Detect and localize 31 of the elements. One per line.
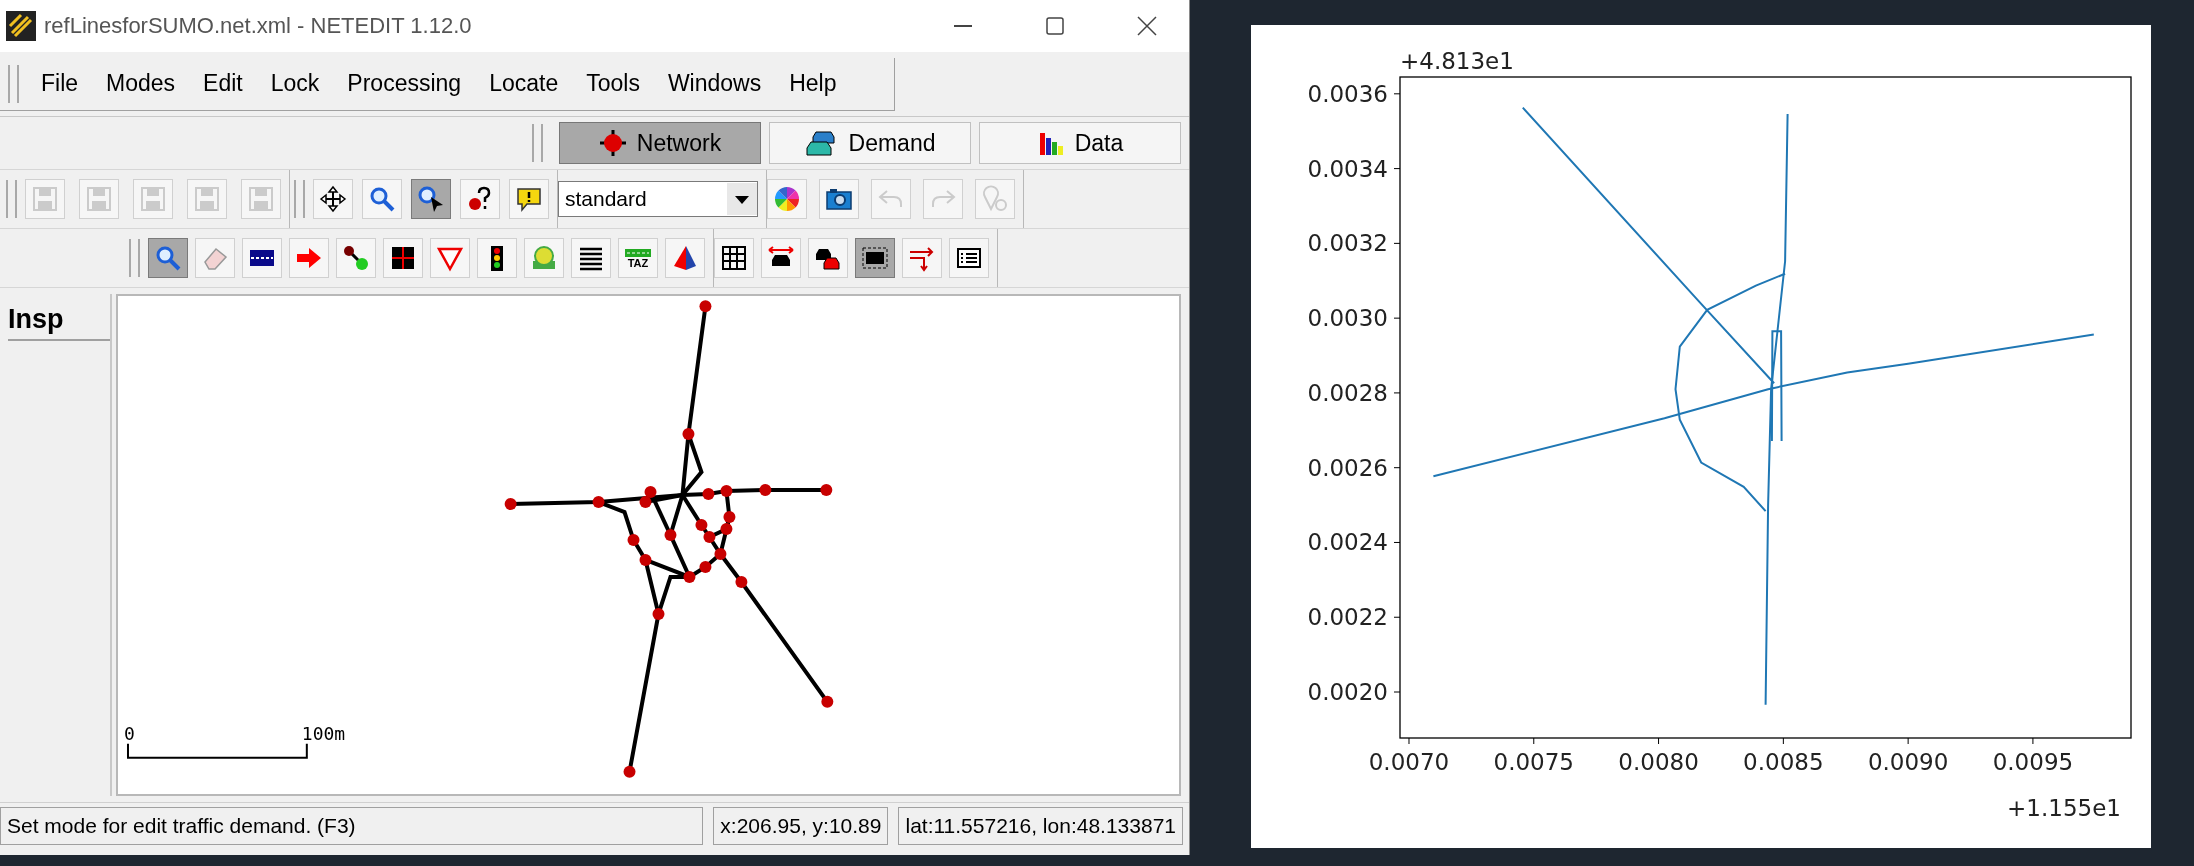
y-tick: 0.0028 bbox=[1307, 379, 1401, 406]
x-tick: 0.0085 bbox=[1743, 737, 1824, 775]
scale-label: 100m bbox=[301, 722, 346, 744]
y-tick: 0.0024 bbox=[1307, 529, 1401, 556]
y-tick: 0.0022 bbox=[1307, 604, 1401, 631]
axis-offset-label: +4.813e1 bbox=[1400, 48, 1514, 74]
x-tick-label: 0.0080 bbox=[1618, 749, 1699, 775]
y-tick: 0.0034 bbox=[1307, 155, 1401, 182]
y-tick: 0.0032 bbox=[1307, 230, 1401, 257]
axis-offset-label: +1.155e1 bbox=[2007, 795, 2121, 821]
x-tick: 0.0095 bbox=[1992, 737, 2074, 775]
x-tick-label: 0.0070 bbox=[1368, 749, 1450, 775]
panel-title: Insp bbox=[8, 304, 110, 341]
y-tick: 0.0036 bbox=[1307, 80, 1401, 107]
x-tick-label: 0.0090 bbox=[1867, 749, 1949, 775]
status-message: Set mode for edit traffic demand. (F3) bbox=[0, 807, 704, 845]
y-tick: 0.0030 bbox=[1307, 305, 1401, 332]
x-tick: 0.0080 bbox=[1618, 737, 1699, 775]
x-tick: 0.0090 bbox=[1867, 737, 1949, 775]
x-tick-label: 0.0095 bbox=[1992, 749, 2074, 775]
scale-label: 0 bbox=[124, 722, 135, 744]
status-geo: lat:11.557216, lon:48.133871 bbox=[898, 807, 1183, 845]
x-tick-label: 0.0075 bbox=[1493, 749, 1575, 775]
y-tick: 0.0020 bbox=[1307, 679, 1401, 705]
x-tick: 0.0070 bbox=[1368, 737, 1450, 775]
x-tick: 0.0075 bbox=[1493, 737, 1574, 775]
y-tick: 0.0026 bbox=[1307, 454, 1401, 481]
x-tick-label: 0.0085 bbox=[1743, 749, 1824, 775]
y-tick-label: 0.0020 bbox=[1307, 679, 1388, 706]
status-position: x:206.95, y:10.89 bbox=[713, 807, 889, 845]
window-title: refLinesforSUMO.net.xml - NETEDIT 1.12.0 bbox=[44, 13, 473, 39]
